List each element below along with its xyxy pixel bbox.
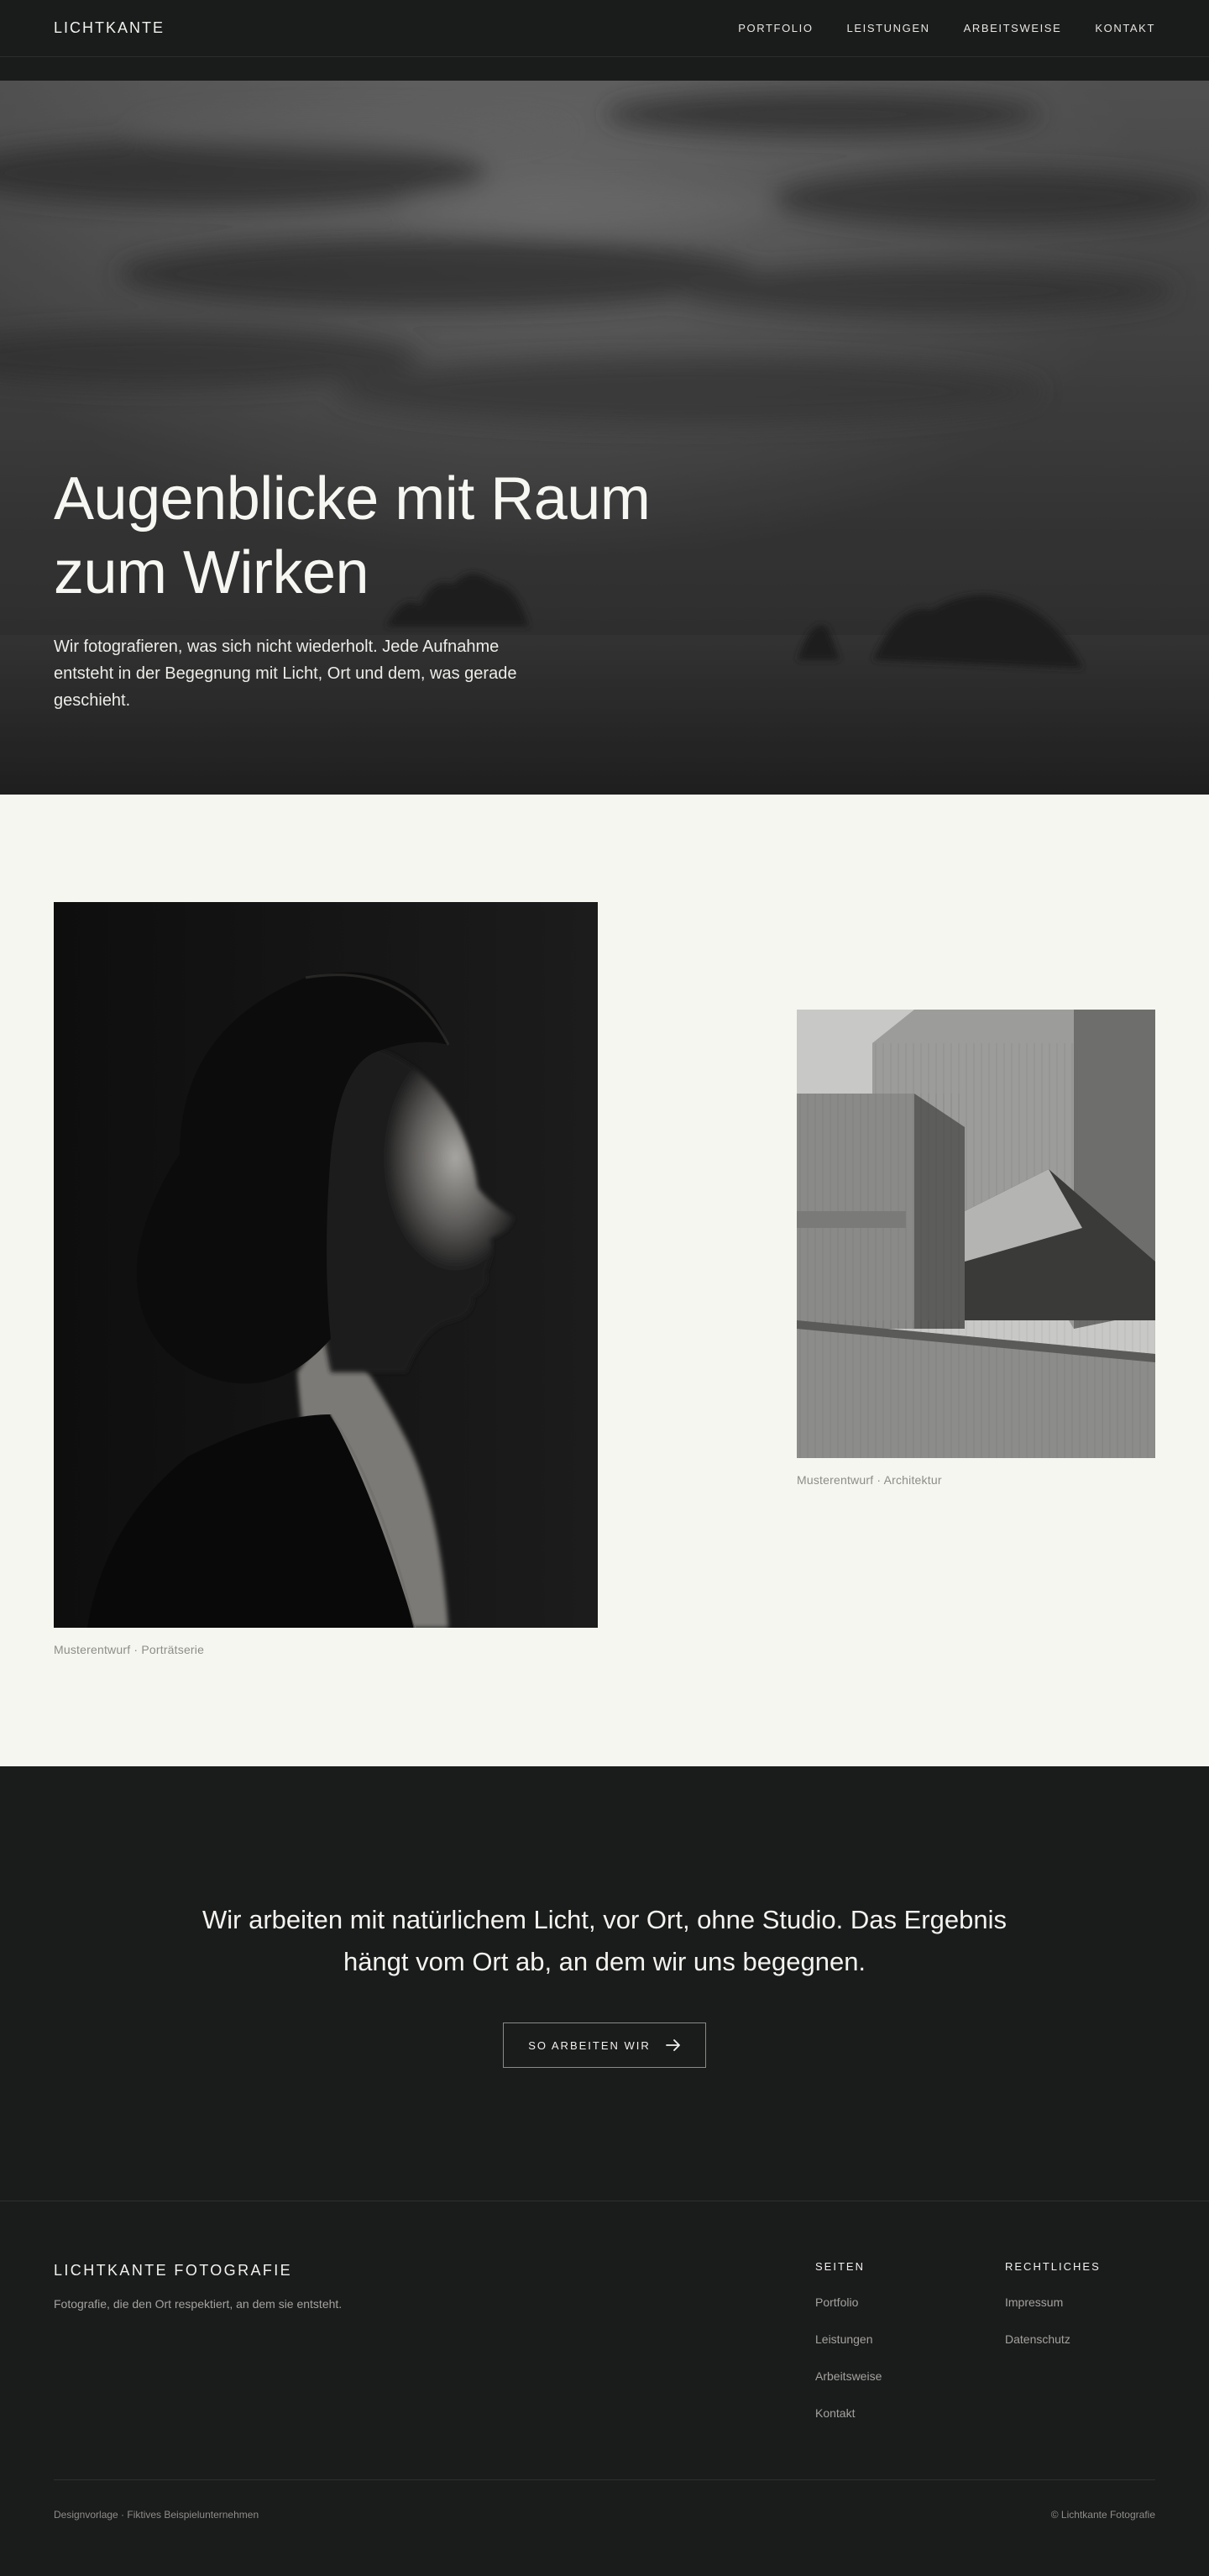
nav-portfolio[interactable]: PORTFOLIO — [738, 22, 813, 34]
portrait-photo[interactable] — [54, 902, 598, 1628]
portrait-caption: Musterentwurf · Porträtserie — [54, 1643, 205, 1656]
footer-brand: LICHTKANTE FOTOGRAFIE — [54, 2262, 293, 2279]
footer-link-impressum[interactable]: Impressum — [1005, 2295, 1101, 2310]
footer-link-leistungen[interactable]: Leistungen — [815, 2332, 882, 2347]
footer-pages-heading: SEITEN — [815, 2260, 865, 2273]
approach-button-label: SO ARBEITEN WIR — [528, 2038, 651, 2052]
footer-link-portfolio[interactable]: Portfolio — [815, 2295, 882, 2310]
approach-text: Wir arbeiten mit natürlichem Licht, vor … — [202, 1905, 1007, 1976]
approach-button[interactable]: SO ARBEITEN WIR — [503, 2023, 706, 2068]
hero-section: Augenblicke mit Raum zum Wirken Wir foto… — [0, 81, 1209, 795]
site-header: LICHTKANTE PORTFOLIO LEISTUNGEN ARBEITSW… — [0, 0, 1209, 57]
footer-divider — [54, 2479, 1155, 2480]
architecture-caption: Musterentwurf · Architektur — [797, 1473, 942, 1487]
footer-copyright: © Lichtkante Fotografie — [1050, 2509, 1155, 2521]
nav-kontakt[interactable]: KONTAKT — [1095, 22, 1155, 34]
hero-content: Augenblicke mit Raum zum Wirken Wir foto… — [54, 462, 692, 714]
footer-link-kontakt[interactable]: Kontakt — [815, 2405, 882, 2421]
site-footer: LICHTKANTE FOTOGRAFIE Fotografie, die de… — [0, 2201, 1209, 2576]
footer-legal-heading: RECHTLICHES — [1005, 2260, 1101, 2273]
architecture-photo[interactable] — [797, 1010, 1155, 1458]
footer-link-arbeitsweise[interactable]: Arbeitsweise — [815, 2369, 882, 2384]
hero-text: Wir fotografieren, was sich nicht wieder… — [54, 637, 517, 710]
main-nav: PORTFOLIO LEISTUNGEN ARBEITSWEISE KONTAK… — [738, 22, 1155, 34]
footer-tagline: Fotografie, die den Ort respektiert, an … — [54, 2297, 343, 2311]
nav-arbeitsweise[interactable]: ARBEITSWEISE — [964, 22, 1062, 34]
footer-note: Designvorlage · Fiktives Beispielunterne… — [54, 2509, 259, 2521]
hero-title-line-2: zum Wirken — [54, 539, 369, 606]
brand-logo[interactable]: LICHTKANTE — [54, 19, 165, 37]
hero-title: Augenblicke mit Raum zum Wirken — [54, 462, 692, 610]
arrow-right-icon — [665, 2039, 680, 2051]
portrait-image — [54, 902, 598, 1628]
footer-legal-column: RECHTLICHES Impressum Datenschutz — [1005, 2260, 1101, 2369]
gallery-section: Musterentwurf · Porträtserie Musterentwu… — [0, 795, 1209, 1766]
footer-link-datenschutz[interactable]: Datenschutz — [1005, 2332, 1101, 2347]
approach-section: Wir arbeiten mit natürlichem Licht, vor … — [0, 1766, 1209, 2201]
hero-title-line-1: Augenblicke mit Raum — [54, 465, 651, 533]
footer-pages-column: SEITEN Portfolio Leistungen Arbeitsweise… — [815, 2260, 882, 2442]
nav-leistungen[interactable]: LEISTUNGEN — [847, 22, 930, 34]
architecture-image — [797, 1010, 1155, 1458]
